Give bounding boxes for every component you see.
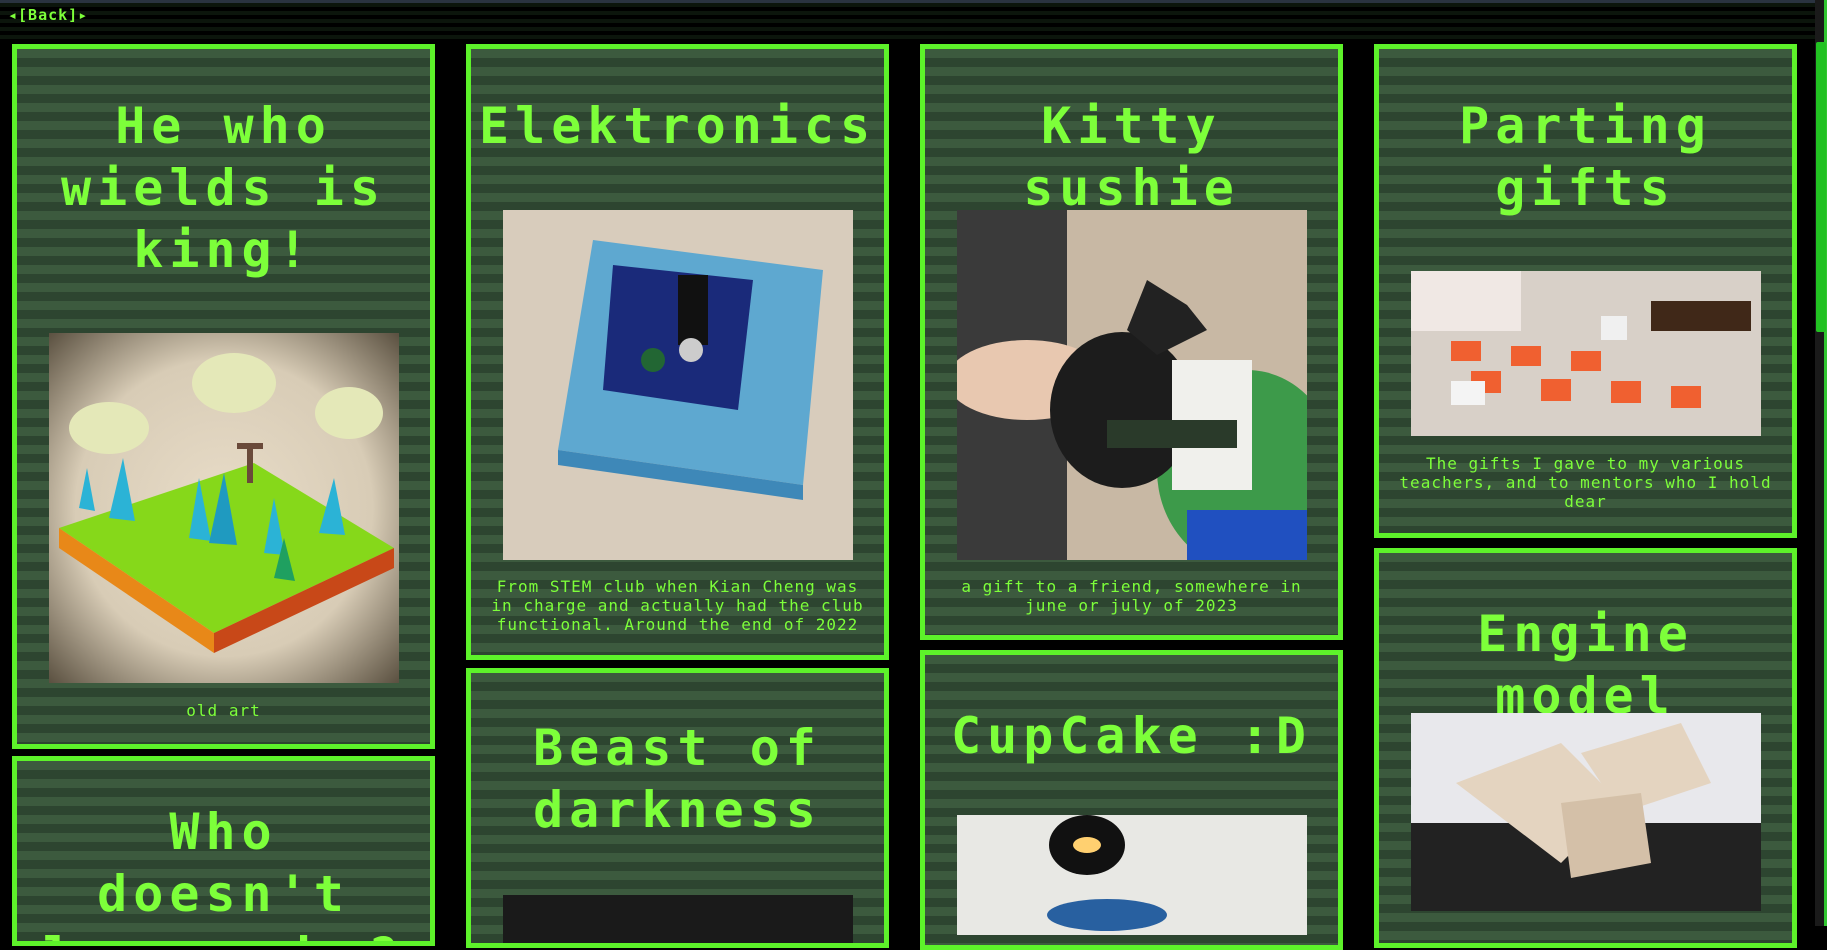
card-image[interactable] [957, 210, 1307, 560]
card-title: Beast of darkness [533, 719, 822, 839]
card-title: He who wields is king! [61, 97, 386, 279]
scrollbar-thumb[interactable] [1816, 42, 1826, 332]
gallery-card[interactable]: Parting gifts The gifts I gave to my var… [1374, 44, 1797, 538]
gallery-card[interactable]: Who doesn't love cake? [12, 756, 435, 946]
card-image[interactable] [1411, 271, 1761, 436]
gallery-card[interactable]: He who wields is king! old art [12, 44, 435, 749]
card-image[interactable] [503, 895, 853, 943]
card-caption: old art [186, 701, 261, 720]
card-title: CupCake :D [950, 707, 1313, 765]
card-title: Elektronics [479, 97, 877, 155]
card-image[interactable] [1411, 713, 1761, 911]
gallery-card[interactable]: Engine model [1374, 548, 1797, 948]
card-image[interactable] [503, 210, 853, 560]
top-bar: ◂[Back]▸ [0, 0, 1827, 40]
gallery-card[interactable]: Elektronics From STEM club when Kian Che… [466, 44, 889, 660]
card-title: Who doesn't love cake? [43, 803, 398, 941]
card-title: Parting gifts [1459, 97, 1712, 217]
gallery-card[interactable]: CupCake :D [920, 650, 1343, 950]
gallery-card[interactable]: Beast of darkness [466, 668, 889, 948]
card-image[interactable] [49, 333, 399, 683]
back-link[interactable]: ◂[Back]▸ [8, 6, 88, 24]
card-caption: a gift to a friend, somewhere in june or… [961, 577, 1302, 615]
card-title: Engine model [1477, 605, 1694, 725]
gallery-card[interactable]: Kitty sushie a gift to a friend, somewhe… [920, 44, 1343, 640]
card-image[interactable] [957, 815, 1307, 935]
card-caption: From STEM club when Kian Cheng was in ch… [491, 577, 864, 634]
card-caption: The gifts I gave to my various teachers,… [1399, 454, 1772, 511]
card-title: Kitty sushie [1023, 97, 1240, 217]
